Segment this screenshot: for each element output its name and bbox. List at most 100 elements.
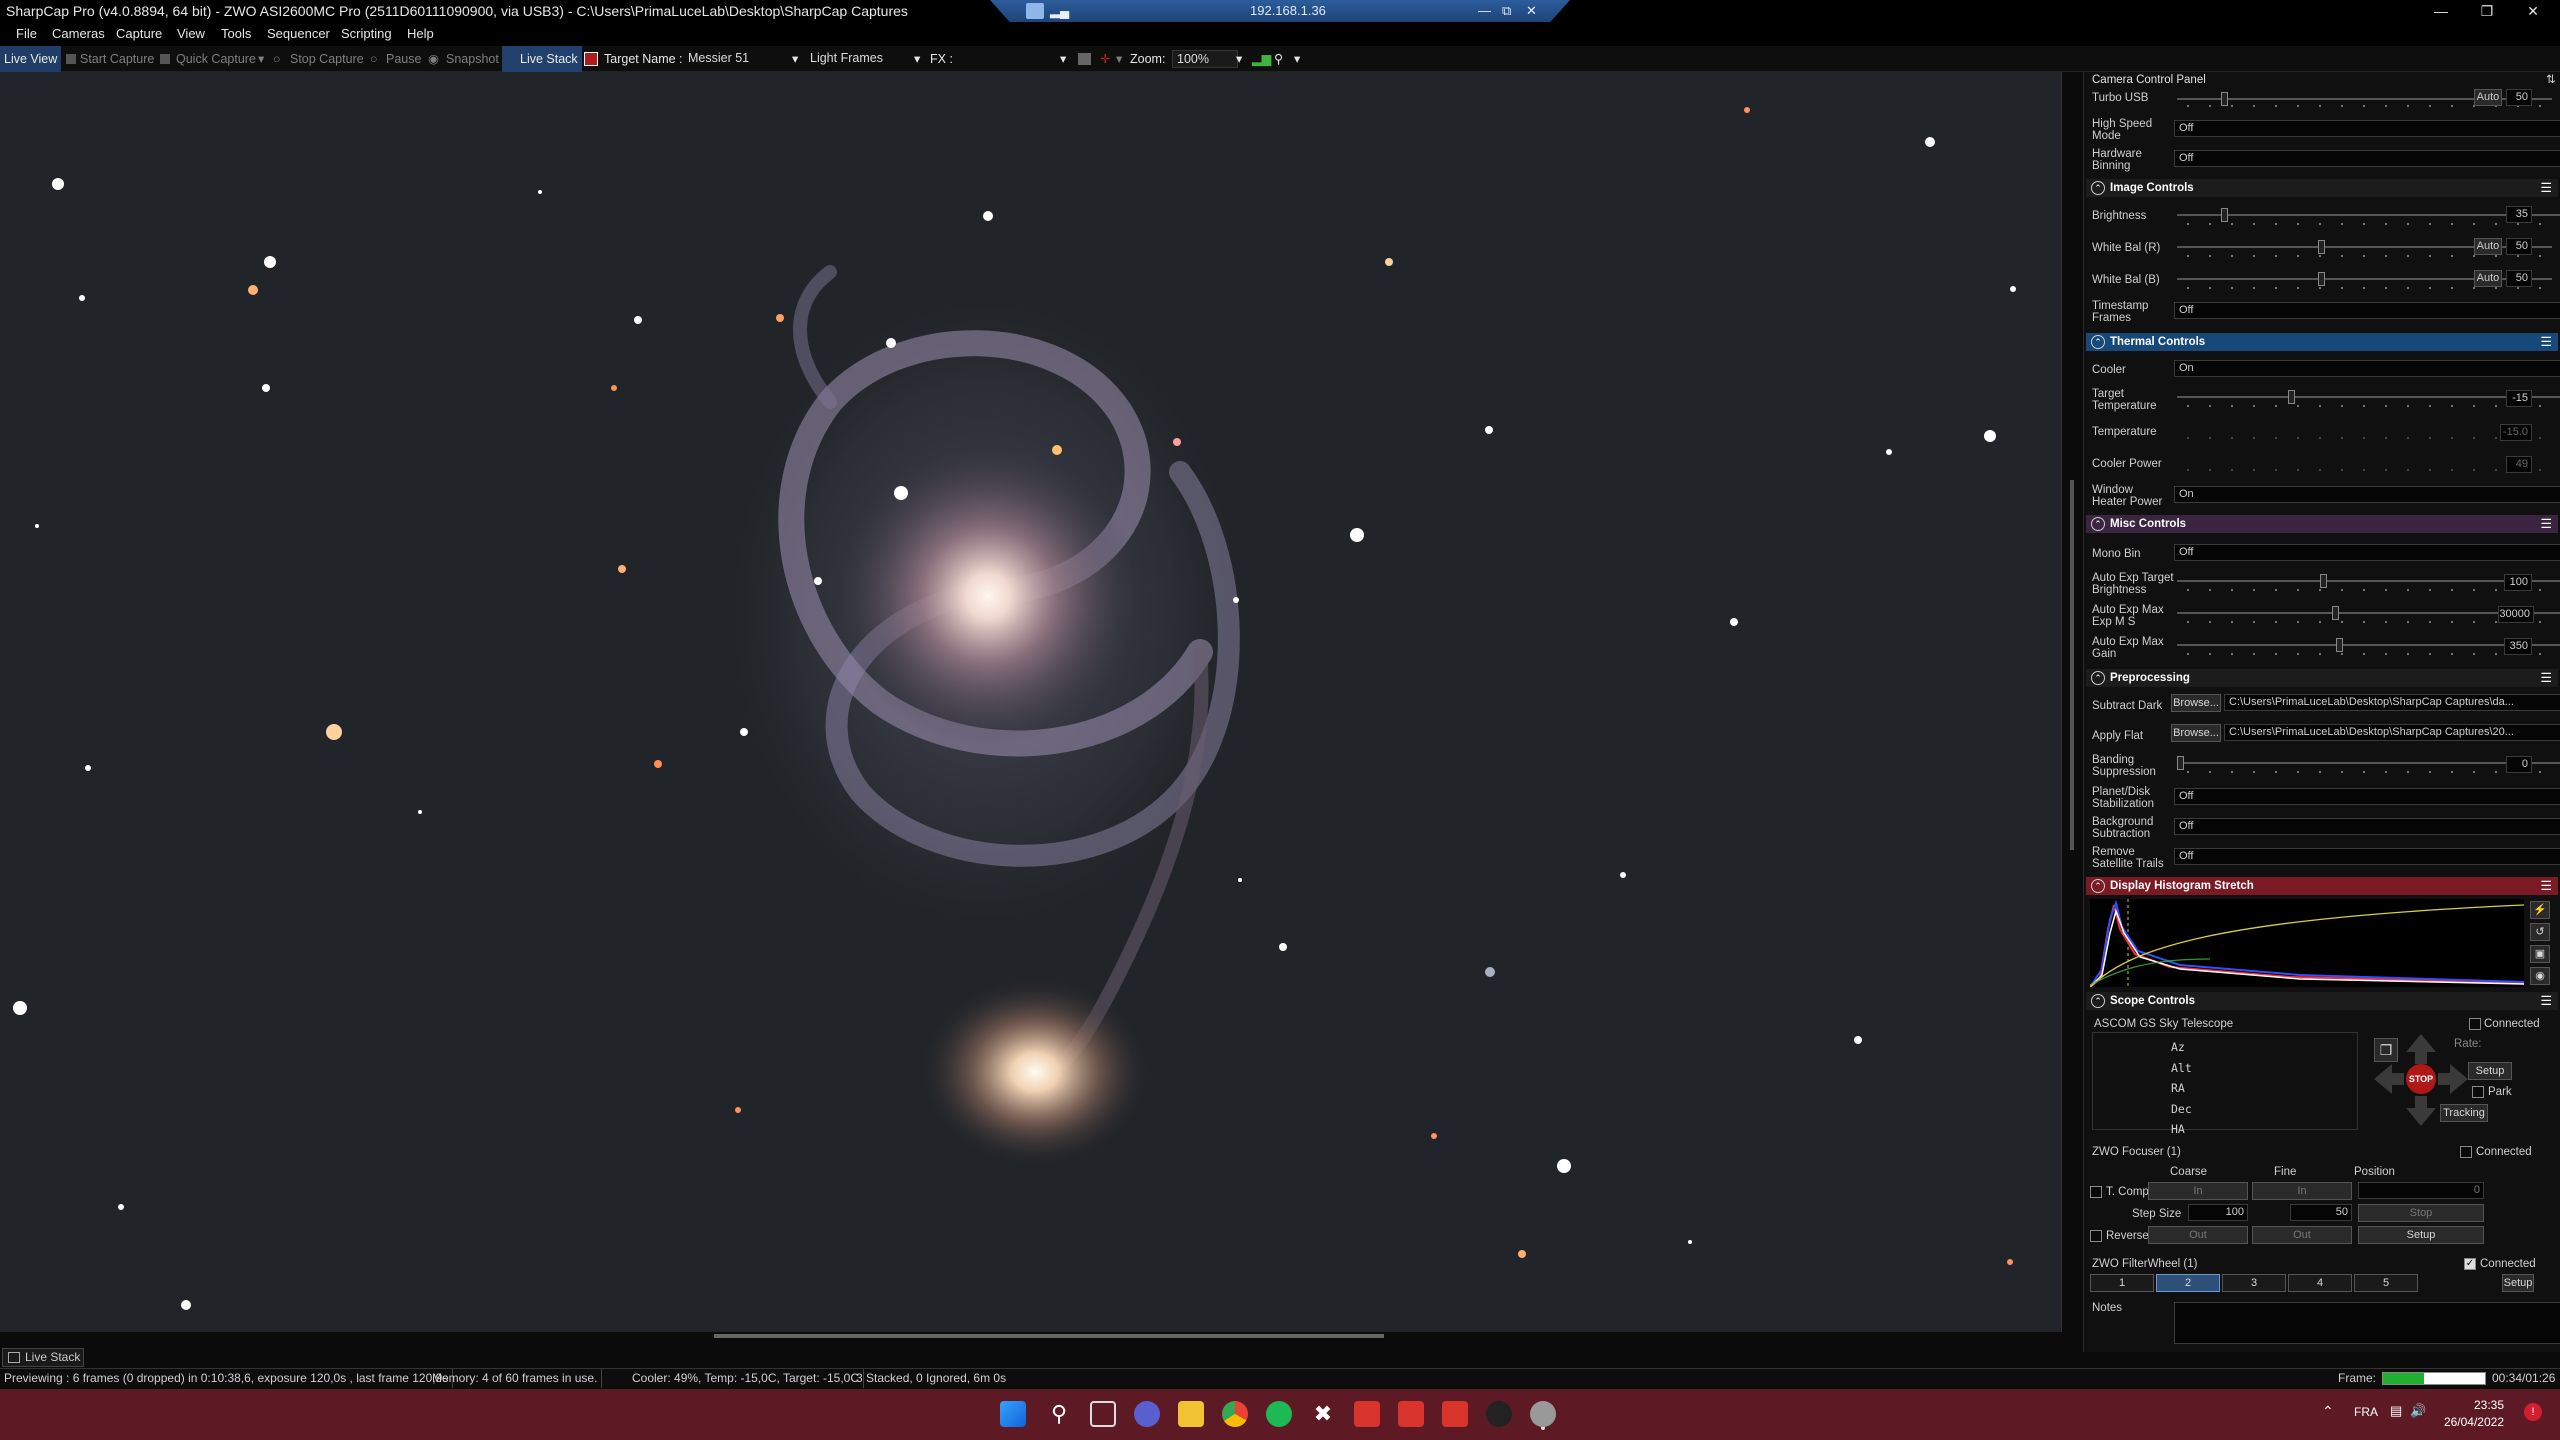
app-red-2-icon[interactable] xyxy=(1398,1401,1424,1427)
network-icon[interactable]: ▤ xyxy=(2390,1403,2402,1419)
target-name-input[interactable]: Messier 51 xyxy=(684,50,802,68)
zoom-dropdown-icon[interactable]: ▾ xyxy=(1236,46,1242,72)
pin-icon[interactable] xyxy=(1026,3,1044,19)
brightness-value[interactable]: 35 xyxy=(2506,206,2532,223)
filter-slot-4[interactable]: 4 xyxy=(2288,1274,2352,1292)
turbo-usb-value[interactable]: 50 xyxy=(2506,89,2532,106)
notification-icon[interactable]: ! xyxy=(2524,1403,2542,1421)
thermal-controls-header[interactable]: ⌃ Thermal Controls ☰ xyxy=(2086,333,2558,351)
wb-r-value[interactable]: 50 xyxy=(2506,238,2532,255)
menu-icon[interactable]: ☰ xyxy=(2540,669,2552,687)
search-icon[interactable]: ⚲ xyxy=(1046,1401,1072,1427)
fx-select[interactable] xyxy=(952,50,1072,68)
sharpcap-icon[interactable] xyxy=(1530,1401,1556,1427)
remote-restore-icon[interactable]: ⧉ xyxy=(1502,0,1511,22)
quick-capture-dropdown-icon[interactable]: ▾ xyxy=(258,46,264,72)
reticle-dropdown-icon[interactable]: ▾ xyxy=(1116,46,1122,72)
tcomp-checkbox[interactable] xyxy=(2090,1186,2102,1198)
magnifier-dropdown-icon[interactable]: ▾ xyxy=(1294,46,1300,72)
viewer-vertical-scrollbar[interactable] xyxy=(2070,480,2074,850)
reverse-checkbox[interactable] xyxy=(2090,1230,2102,1242)
frame-type-dropdown-icon[interactable]: ▾ xyxy=(914,46,920,72)
zoom-select[interactable]: 100% xyxy=(1172,50,1238,68)
histogram-settings-icon[interactable]: ◉ xyxy=(2530,967,2550,985)
chrome-icon[interactable] xyxy=(1222,1401,1248,1427)
viewer-horizontal-scrollbar[interactable] xyxy=(714,1334,1384,1338)
minimize-button[interactable]: — xyxy=(2418,0,2464,22)
image-controls-header[interactable]: ⌃ Image Controls ☰ xyxy=(2086,179,2558,197)
app-red-3-icon[interactable] xyxy=(1442,1401,1468,1427)
scope-park-checkbox[interactable] xyxy=(2472,1086,2484,1098)
menu-icon[interactable]: ☰ xyxy=(2540,179,2552,197)
app-alien-icon[interactable] xyxy=(1486,1401,1512,1427)
satellite-trails-select[interactable]: Off xyxy=(2174,848,2560,865)
coarse-step-value[interactable]: 100 xyxy=(2188,1204,2248,1221)
menu-icon[interactable]: ☰ xyxy=(2540,515,2552,533)
menu-capture[interactable]: Capture xyxy=(116,22,162,46)
wb-b-value[interactable]: 50 xyxy=(2506,270,2532,287)
language-indicator[interactable]: FRA xyxy=(2354,1405,2378,1419)
remote-close-icon[interactable]: ✕ xyxy=(1526,0,1537,22)
menu-scripting[interactable]: Scripting xyxy=(341,22,392,46)
scope-setup-button[interactable]: Setup xyxy=(2468,1062,2512,1080)
filter-slot-1[interactable]: 1 xyxy=(2090,1274,2154,1292)
close-button[interactable]: ✕ xyxy=(2510,0,2556,22)
heater-select[interactable]: On xyxy=(2174,486,2560,503)
snapshot-button[interactable]: Snapshot xyxy=(446,46,499,72)
preprocessing-header[interactable]: ⌃ Preprocessing ☰ xyxy=(2086,669,2558,687)
banding-slider[interactable] xyxy=(2177,762,2560,764)
histogram-reset-icon[interactable]: ↺ xyxy=(2530,923,2550,941)
apply-flat-browse-button[interactable]: Browse... xyxy=(2171,724,2221,742)
histogram-icon[interactable]: ▂▆ xyxy=(1252,46,1271,72)
scope-tracking-button[interactable]: Tracking xyxy=(2440,1104,2488,1122)
overlay-icon[interactable] xyxy=(1078,53,1091,65)
chat-icon[interactable] xyxy=(1134,1401,1160,1427)
maximize-button[interactable]: ❐ xyxy=(2464,0,2510,22)
focuser-stop-button[interactable]: Stop xyxy=(2358,1204,2484,1222)
focuser-fine-in-button[interactable]: In xyxy=(2252,1182,2352,1200)
focuser-fine-out-button[interactable]: Out xyxy=(2252,1226,2352,1244)
stop-capture-button[interactable]: Stop Capture xyxy=(290,46,364,72)
misc-controls-header[interactable]: ⌃ Misc Controls ☰ xyxy=(2086,515,2558,533)
cooler-select[interactable]: On xyxy=(2174,360,2560,377)
image-viewer[interactable] xyxy=(0,72,2062,1332)
scope-connected-checkbox[interactable] xyxy=(2469,1018,2481,1030)
collapse-icon[interactable]: ⌃ xyxy=(2091,671,2105,685)
fx-dropdown-icon[interactable]: ▾ xyxy=(1060,46,1066,72)
mono-bin-select[interactable]: Off xyxy=(2174,544,2560,561)
menu-icon[interactable]: ☰ xyxy=(2540,992,2552,1010)
quick-capture-button[interactable]: Quick Capture xyxy=(176,46,256,72)
menu-icon[interactable]: ☰ xyxy=(2540,333,2552,351)
filterwheel-setup-button[interactable]: Setup xyxy=(2502,1274,2534,1292)
auto-exp-gain-thumb[interactable] xyxy=(2336,638,2343,652)
scope-west-arrow[interactable] xyxy=(2374,1064,2404,1094)
hw-binning-select[interactable]: Off xyxy=(2174,150,2560,167)
frame-type-select[interactable]: Light Frames xyxy=(806,50,924,68)
turbo-usb-thumb[interactable] xyxy=(2221,92,2228,106)
target-name-dropdown-icon[interactable]: ▾ xyxy=(792,46,798,72)
filter-slot-5[interactable]: 5 xyxy=(2354,1274,2418,1292)
collapse-icon[interactable]: ⌃ xyxy=(2091,335,2105,349)
collapse-icon[interactable]: ⌃ xyxy=(2091,879,2105,893)
menu-sequencer[interactable]: Sequencer xyxy=(267,22,330,46)
tray-chevron-icon[interactable]: ⌃ xyxy=(2322,1403,2334,1420)
auto-exp-gain-slider[interactable] xyxy=(2177,644,2560,646)
banding-thumb[interactable] xyxy=(2177,756,2184,770)
notes-textarea[interactable] xyxy=(2174,1302,2560,1344)
subtract-dark-browse-button[interactable]: Browse... xyxy=(2171,694,2221,712)
start-icon[interactable] xyxy=(1000,1401,1026,1427)
live-stack-button[interactable]: Live Stack xyxy=(502,46,582,72)
menu-icon[interactable]: ☰ xyxy=(2540,877,2552,895)
brightness-slider[interactable] xyxy=(2177,214,2560,216)
clock[interactable]: 23:35 26/04/2022 xyxy=(2444,1397,2504,1431)
target-temp-slider[interactable] xyxy=(2177,396,2560,398)
pause-button[interactable]: Pause xyxy=(386,46,421,72)
target-temp-thumb[interactable] xyxy=(2288,390,2295,404)
wb-r-thumb[interactable] xyxy=(2318,240,2325,254)
target-temp-value[interactable]: -15 xyxy=(2506,390,2532,407)
banding-value[interactable]: 0 xyxy=(2506,756,2532,773)
scope-stop-button[interactable]: STOP xyxy=(2406,1064,2436,1094)
volume-icon[interactable]: 🔊 xyxy=(2410,1403,2426,1419)
timestamp-select[interactable]: Off xyxy=(2174,302,2560,319)
focuser-setup-button[interactable]: Setup xyxy=(2358,1226,2484,1244)
